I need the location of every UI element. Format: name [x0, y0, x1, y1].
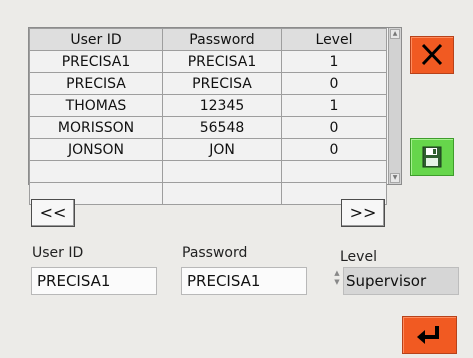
cell-password[interactable]: 12345: [162, 94, 282, 117]
cell-user-id[interactable]: [29, 160, 163, 183]
table-row[interactable]: PRECISA1 PRECISA1 1: [29, 50, 387, 73]
table-row[interactable]: THOMAS 12345 1: [29, 94, 387, 117]
cell-level[interactable]: 1: [281, 94, 387, 117]
floppy-disk-icon: [422, 146, 442, 168]
cell-level[interactable]: 0: [281, 72, 387, 95]
cell-password[interactable]: JON: [162, 138, 282, 161]
table-row-empty[interactable]: [29, 160, 387, 183]
table-row[interactable]: JONSON JON 0: [29, 138, 387, 161]
level-label: Level: [340, 249, 377, 265]
user-id-label: User ID: [32, 245, 84, 261]
table-row-empty[interactable]: [29, 182, 387, 205]
column-header-level[interactable]: Level: [281, 28, 387, 51]
cell-user-id[interactable]: PRECISA: [29, 72, 163, 95]
next-page-button[interactable]: >>: [341, 199, 385, 227]
level-selector[interactable]: ▲ ▼ Supervisor: [333, 267, 459, 295]
cell-user-id[interactable]: THOMAS: [29, 94, 163, 117]
close-button[interactable]: [410, 36, 454, 74]
password-field[interactable]: PRECISA1: [181, 267, 307, 295]
cell-user-id[interactable]: JONSON: [29, 138, 163, 161]
enter-return-icon: [417, 326, 439, 344]
enter-button[interactable]: [402, 316, 457, 354]
scroll-up-arrow-icon[interactable]: ▲: [390, 29, 400, 39]
cell-level[interactable]: 0: [281, 116, 387, 139]
previous-page-button[interactable]: <<: [31, 199, 75, 227]
users-table-container: User ID Password Level PRECISA1 PRECISA1…: [28, 27, 402, 205]
close-icon: [421, 43, 443, 66]
cell-user-id[interactable]: MORISSON: [29, 116, 163, 139]
cell-password[interactable]: 56548: [162, 116, 282, 139]
cell-level[interactable]: 1: [281, 50, 387, 73]
scroll-down-arrow-icon[interactable]: ▼: [390, 173, 400, 183]
column-header-user-id[interactable]: User ID: [29, 28, 163, 51]
cell-user-id[interactable]: PRECISA1: [29, 50, 163, 73]
cell-empty[interactable]: [162, 182, 282, 205]
table-row[interactable]: PRECISA PRECISA 0: [29, 72, 387, 95]
password-label: Password: [182, 245, 248, 261]
user-id-field[interactable]: PRECISA1: [31, 267, 157, 295]
column-header-password[interactable]: Password: [162, 28, 282, 51]
level-spinner-icon[interactable]: ▲ ▼: [333, 269, 341, 293]
users-table: User ID Password Level PRECISA1 PRECISA1…: [29, 28, 387, 205]
cell-level[interactable]: 0: [281, 138, 387, 161]
cell-password[interactable]: PRECISA1: [162, 50, 282, 73]
cell-level[interactable]: [281, 160, 387, 183]
table-row[interactable]: MORISSON 56548 0: [29, 116, 387, 139]
table-vertical-scrollbar[interactable]: ▲ ▼: [388, 28, 401, 184]
cell-password[interactable]: [162, 160, 282, 183]
save-button[interactable]: [410, 138, 454, 176]
cell-password[interactable]: PRECISA: [162, 72, 282, 95]
level-value-display[interactable]: Supervisor: [343, 267, 459, 295]
table-header-row: User ID Password Level: [29, 28, 387, 51]
